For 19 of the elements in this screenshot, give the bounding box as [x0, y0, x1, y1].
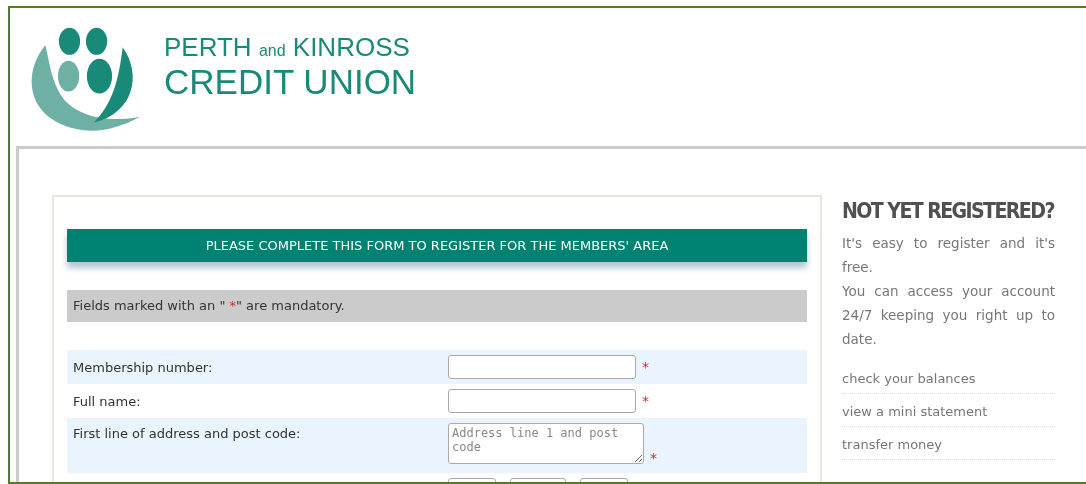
field-label: Full name:	[73, 393, 141, 409]
sidebar-link[interactable]: check your balances	[842, 371, 976, 386]
input-field[interactable]: Address line 1 and post code	[448, 423, 644, 464]
sidebar-link[interactable]: view a mini statement	[842, 404, 988, 419]
sidebar-text: You can access your account 24/7 keeping you right up to date.	[842, 282, 1055, 349]
form-banner: PLEASE COMPLETE THIS FORM TO REGISTER FOR THE MEMBERS' AREA	[67, 229, 807, 262]
input-field[interactable]	[448, 355, 636, 379]
input-field[interactable]	[448, 389, 636, 413]
sidebar-link[interactable]: transfer money	[842, 437, 943, 452]
required-mark: *	[642, 393, 649, 409]
sidebar-heading: NOT YET REGISTERED?	[842, 197, 1055, 223]
required-mark: *	[642, 359, 649, 375]
logo-text: CREDIT UNION	[164, 63, 417, 102]
required-mark: *	[650, 450, 657, 466]
sidebar-text: It's easy to register and it's free.	[842, 234, 1055, 277]
logo-text: PERTH and KINROSS	[164, 32, 411, 63]
field-label: First line of address and post code:	[73, 426, 301, 441]
field-label: Membership number:	[73, 359, 213, 375]
mandatory-note: Fields marked with an " *" are mandatory.	[67, 290, 807, 322]
